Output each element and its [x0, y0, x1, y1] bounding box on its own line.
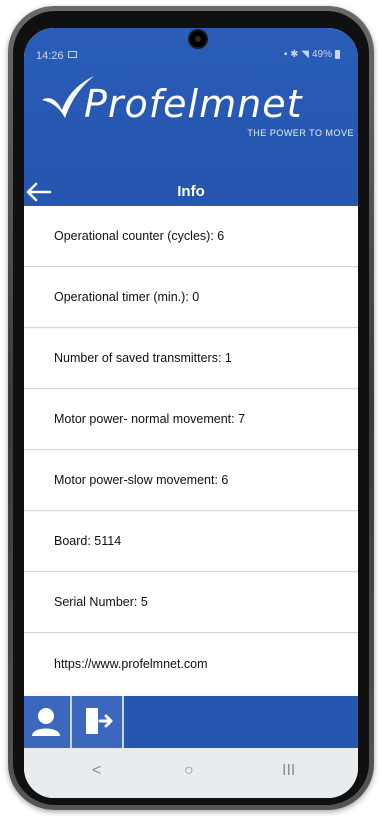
title-bar: Info — [24, 178, 358, 206]
user-icon — [32, 708, 60, 736]
info-row-serial-number: Serial Number: 5 — [24, 572, 358, 633]
page-title: Info — [177, 183, 205, 200]
info-row-operational-timer: Operational timer (min.): 0 — [24, 267, 358, 328]
logo-wordmark: Profelmnet — [84, 82, 303, 126]
gallery-notification-icon — [68, 51, 77, 58]
info-row-website-link[interactable]: https://www.profelmnet.com — [24, 633, 358, 694]
logout-door-icon — [86, 708, 113, 734]
front-camera — [190, 31, 206, 47]
nav-recents-button[interactable]: III — [282, 762, 295, 780]
logo-tagline: THE POWER TO MOVE — [247, 128, 354, 138]
info-row-operational-counter: Operational counter (cycles): 6 — [24, 206, 358, 267]
system-nav-bar: < ○ III — [24, 748, 358, 798]
info-row-motor-power-slow: Motor power-slow movement: 6 — [24, 450, 358, 511]
info-list: Operational counter (cycles): 6 Operatio… — [24, 206, 358, 694]
user-button[interactable] — [24, 696, 72, 748]
profelmnet-logo: Profelmnet THE POWER TO MOVE — [38, 72, 358, 138]
nav-back-button[interactable]: < — [92, 762, 101, 780]
app-screen: 14:26 ▪ ✱ ◥ 49% Profelmnet THE POWER TO … — [24, 28, 358, 798]
nav-home-button[interactable]: ○ — [184, 762, 194, 780]
status-time: 14:26 — [36, 50, 64, 62]
bottom-toolbar — [24, 696, 358, 748]
status-icons: ▪ ✱ ◥ 49% — [284, 49, 340, 60]
logout-button[interactable] — [72, 696, 124, 748]
info-row-motor-power-normal: Motor power- normal movement: 7 — [24, 389, 358, 450]
signal-icon: ▪ ✱ ◥ — [283, 49, 309, 60]
info-row-board: Board: 5114 — [24, 511, 358, 572]
battery-percent: 49% — [311, 49, 332, 60]
battery-icon — [335, 50, 340, 59]
info-row-saved-transmitters: Number of saved transmitters: 1 — [24, 328, 358, 389]
app-header: 14:26 ▪ ✱ ◥ 49% Profelmnet THE POWER TO … — [24, 28, 358, 184]
